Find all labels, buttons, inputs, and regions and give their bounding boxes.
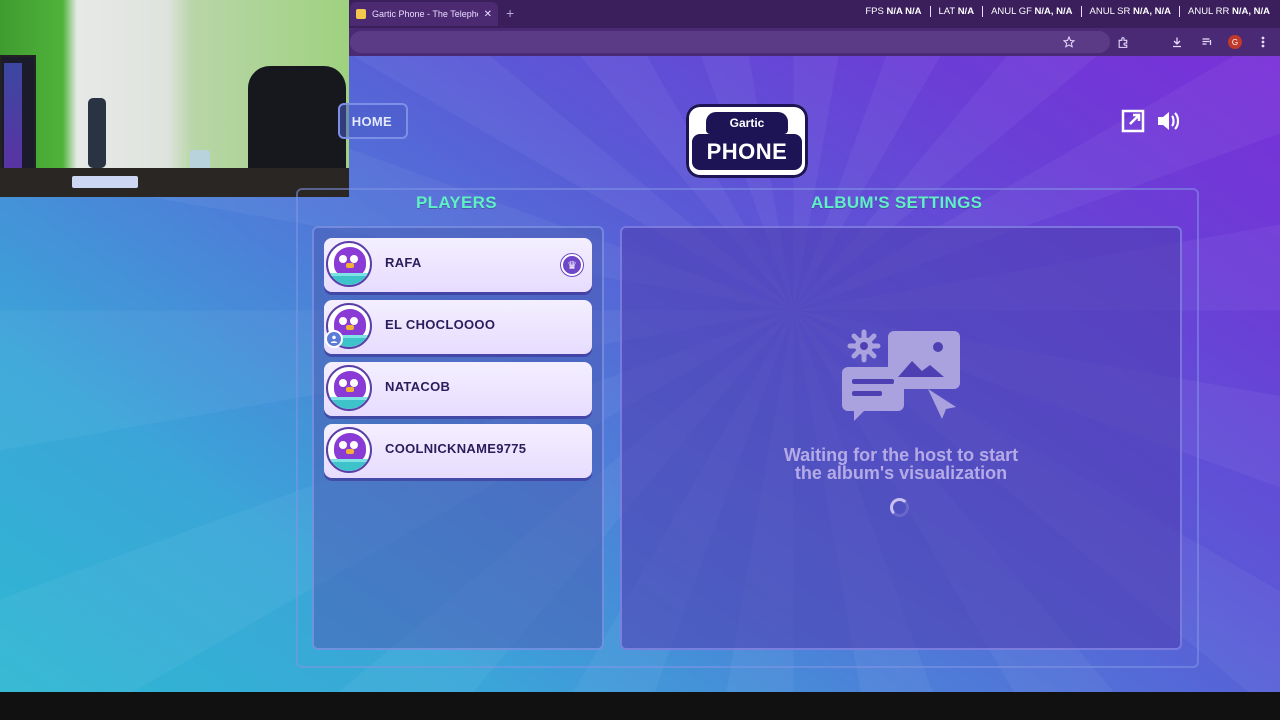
extensions-icon[interactable] — [1114, 33, 1132, 51]
browser-tab[interactable]: Gartic Phone - The Telephone G ✕ — [350, 2, 498, 26]
player-name: RAFA — [385, 255, 422, 270]
tab-close-icon[interactable]: ✕ — [484, 9, 492, 20]
player-avatar — [326, 241, 372, 287]
waiting-line-2: the album's visualization — [794, 463, 1008, 483]
stat-fps: FPS N/A N/A — [857, 6, 931, 17]
players-title: PLAYERS — [416, 193, 497, 212]
album-settings-panel — [620, 226, 1182, 650]
user-icon — [325, 330, 343, 348]
logo-top-text: Gartic — [706, 112, 788, 134]
stat-anul-sr: ANUL SR N/A, N/A — [1082, 6, 1180, 17]
star-icon[interactable] — [1060, 33, 1078, 51]
gartic-phone-logo: Gartic PHONE — [686, 104, 808, 178]
webcam-keyboard — [72, 176, 138, 188]
volume-icon[interactable] — [1155, 108, 1181, 134]
player-card: EL CHOCLOOOO — [324, 300, 592, 354]
profile-avatar-icon[interactable]: G — [1228, 35, 1242, 49]
album-settings-icon — [842, 329, 960, 421]
taskbar-strip — [0, 692, 1280, 720]
player-card: RAFA ♛ — [324, 238, 592, 292]
fullscreen-icon[interactable] — [1120, 108, 1146, 134]
tab-title: Gartic Phone - The Telephone G — [372, 9, 478, 19]
stat-anul-gf: ANUL GF N/A, N/A — [983, 6, 1082, 17]
toolbar-icons: G — [1060, 33, 1272, 51]
player-card: NATACOB — [324, 362, 592, 416]
webcam-overlay — [0, 0, 349, 197]
player-name: EL CHOCLOOOO — [385, 317, 496, 332]
address-bar[interactable] — [350, 31, 1110, 53]
player-avatar — [326, 365, 372, 411]
media-icon[interactable] — [1198, 33, 1216, 51]
stat-anul-rr: ANUL RR N/A, N/A — [1188, 6, 1270, 17]
download-icon[interactable] — [1168, 33, 1186, 51]
waiting-line-1: Waiting for the host to start — [783, 445, 1019, 465]
gartic-favicon-icon — [356, 9, 366, 19]
player-name: NATACOB — [385, 379, 451, 394]
logo-main-text: PHONE — [692, 134, 802, 170]
loading-spinner-icon — [890, 498, 909, 517]
menu-icon[interactable] — [1254, 33, 1272, 51]
performance-stats: FPS N/A N/A LAT N/A ANUL GF N/A, N/A ANU… — [857, 6, 1270, 17]
player-avatar — [326, 427, 372, 473]
player-card: COOLNICKNAME9775 — [324, 424, 592, 478]
new-tab-button[interactable]: + — [506, 5, 514, 21]
stat-lat: LAT N/A — [931, 6, 984, 17]
home-button[interactable]: HOME — [338, 103, 408, 139]
album-settings-title: ALBUM'S SETTINGS — [811, 193, 983, 212]
webcam-bottle — [88, 98, 106, 168]
waiting-message: Waiting for the host to start the album'… — [720, 446, 1082, 482]
crown-icon: ♛ — [561, 254, 583, 276]
player-name: COOLNICKNAME9775 — [385, 441, 527, 456]
